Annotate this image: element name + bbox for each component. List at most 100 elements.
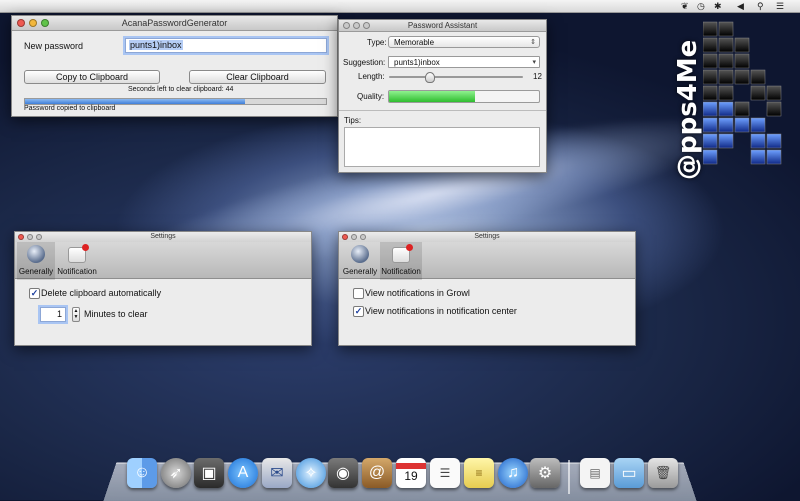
spotlight-icon[interactable]: ⚲ <box>757 0 764 12</box>
zoom-icon[interactable] <box>363 22 370 29</box>
assistant-titlebar: Password Assistant <box>339 20 546 32</box>
reminders-icon[interactable]: ☰ <box>430 458 460 488</box>
tab-notification[interactable]: Notification <box>380 242 422 280</box>
suggestion-value: punts1)inbox <box>394 58 440 67</box>
generator-titlebar: AcanaPasswordGenerator <box>12 16 337 31</box>
quality-label: Quality: <box>357 92 384 101</box>
divider <box>339 110 546 111</box>
itunes-icon[interactable]: ♫ <box>498 458 528 488</box>
notification-badge-icon <box>82 244 89 251</box>
settings-window-notification: Settings Generally Notification View not… <box>338 231 636 346</box>
new-password-field[interactable]: punts1)inbox <box>125 38 327 53</box>
growl-checkbox[interactable] <box>353 288 364 299</box>
tab-generally[interactable]: Generally <box>341 242 379 280</box>
type-popup[interactable]: Memorable ⇕ <box>388 36 540 48</box>
settings-titlebar: Settings <box>339 232 635 242</box>
suggestion-label: Suggestion: <box>343 58 385 67</box>
general-icon <box>27 245 45 263</box>
tab-notification[interactable]: Notification <box>56 242 98 280</box>
length-slider[interactable] <box>389 76 523 78</box>
calendar-day: 19 <box>404 469 417 483</box>
new-password-value: punts1)inbox <box>129 40 183 50</box>
tab-generally-label: Generally <box>341 267 379 276</box>
tab-generally[interactable]: Generally <box>17 242 55 280</box>
photo-booth-icon[interactable]: ▣ <box>194 458 224 488</box>
settings-toolbar: Generally Notification <box>339 242 635 279</box>
zoom-icon[interactable] <box>41 19 49 27</box>
delete-clipboard-label: Delete clipboard automatically <box>41 288 161 298</box>
system-preferences-icon[interactable]: ⚙ <box>530 458 560 488</box>
tab-notification-label: Notification <box>56 267 98 276</box>
close-icon[interactable] <box>342 234 348 240</box>
type-label: Type: <box>367 38 387 47</box>
safari-icon[interactable]: ✧ <box>296 458 326 488</box>
minimize-icon[interactable] <box>351 234 357 240</box>
tile-grid-icon <box>703 20 795 175</box>
time-machine-icon[interactable]: ◷ <box>697 0 705 12</box>
tab-notification-label: Notification <box>380 267 422 276</box>
notification-icon <box>68 247 86 263</box>
notification-badge-icon <box>406 244 413 251</box>
length-slider-knob[interactable] <box>425 72 435 83</box>
calendar-icon[interactable]: 19 <box>396 458 426 488</box>
copy-to-clipboard-button[interactable]: Copy to Clipboard <box>24 70 160 84</box>
finder-icon[interactable]: ☺ <box>127 458 157 488</box>
checkmark-icon: ✓ <box>31 288 39 298</box>
clear-clipboard-button[interactable]: Clear Clipboard <box>189 70 326 84</box>
close-icon[interactable] <box>18 234 24 240</box>
notification-center-label: View notifications in notification cente… <box>365 306 517 316</box>
countdown-progress <box>24 98 327 105</box>
close-icon[interactable] <box>343 22 350 29</box>
minutes-field[interactable]: 1 <box>40 307 66 322</box>
app-store-icon[interactable]: A <box>228 458 258 488</box>
zoom-icon[interactable] <box>360 234 366 240</box>
quality-meter <box>388 90 540 103</box>
notes-icon[interactable]: ≡ <box>464 458 494 488</box>
status-text: Password copied to clipboard <box>24 105 115 112</box>
settings-toolbar: Generally Notification <box>15 242 311 279</box>
password-assistant-window: Password Assistant Type: Memorable ⇕ Sug… <box>338 19 547 173</box>
trash-icon[interactable]: 🗑 <box>648 458 678 488</box>
menu-bar: ❦ ◷ ✱ ◀ ⚲ ☰ <box>0 0 800 13</box>
chevron-down-icon: ▾ <box>532 57 536 68</box>
mail-icon[interactable]: ✉ <box>262 458 292 488</box>
notification-icon <box>392 247 410 263</box>
settings-title: Settings <box>474 233 499 240</box>
minimize-icon[interactable] <box>27 234 33 240</box>
volume-icon[interactable]: ◀ <box>737 0 744 12</box>
type-value: Memorable <box>394 38 434 47</box>
delete-clipboard-checkbox[interactable]: ✓ <box>29 288 40 299</box>
minimize-icon[interactable] <box>29 19 37 27</box>
watermark-text: @pps4Me <box>673 20 701 180</box>
generator-window: AcanaPasswordGenerator New password punt… <box>11 15 338 117</box>
contacts-icon[interactable]: @ <box>362 458 392 488</box>
suggestion-combobox[interactable]: punts1)inbox ▾ <box>388 56 540 68</box>
tips-label: Tips: <box>344 116 361 125</box>
bluetooth-icon[interactable]: ✱ <box>714 0 722 12</box>
paw-icon[interactable]: ❦ <box>681 0 689 12</box>
settings-titlebar: Settings <box>15 232 311 242</box>
minutes-value: 1 <box>57 309 62 319</box>
notification-center-icon[interactable]: ☰ <box>776 0 784 12</box>
general-icon <box>351 245 369 263</box>
close-icon[interactable] <box>17 19 25 27</box>
tab-generally-label: Generally <box>17 267 55 276</box>
new-password-label: New password <box>24 41 83 51</box>
zoom-icon[interactable] <box>36 234 42 240</box>
settings-window-general: Settings Generally Notification ✓ Delete… <box>14 231 312 346</box>
tips-text-area[interactable] <box>344 127 540 167</box>
launchpad-icon[interactable]: ➶ <box>161 458 191 488</box>
minimize-icon[interactable] <box>353 22 360 29</box>
notification-center-checkbox[interactable]: ✓ <box>353 306 364 317</box>
document-icon[interactable]: ▤ <box>580 458 610 488</box>
minutes-stepper[interactable]: ▲ ▼ <box>72 307 80 322</box>
assistant-title: Password Assistant <box>408 21 477 30</box>
countdown-progress-fill <box>25 99 245 104</box>
window-title: AcanaPasswordGenerator <box>122 18 228 28</box>
minutes-label: Minutes to clear <box>84 309 148 319</box>
countdown-text: Seconds left to clear clipboard: 44 <box>128 86 233 93</box>
facetime-icon[interactable]: ◉ <box>328 458 358 488</box>
length-value: 12 <box>533 72 542 81</box>
folder-icon[interactable]: ▭ <box>614 458 644 488</box>
apps4me-logo: @pps4Me <box>665 20 795 180</box>
